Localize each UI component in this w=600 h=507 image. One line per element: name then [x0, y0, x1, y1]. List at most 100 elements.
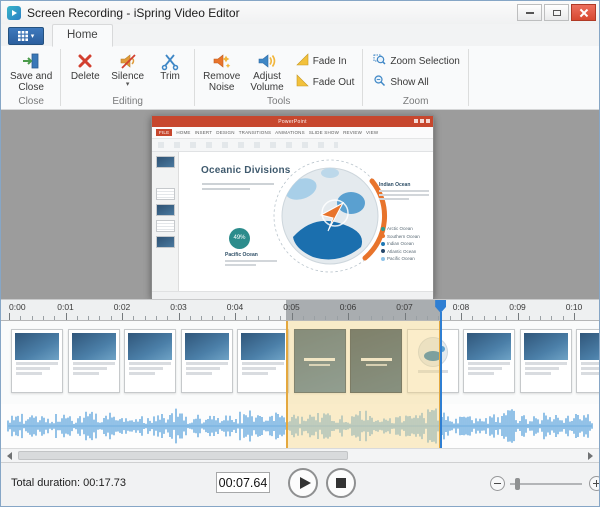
- play-button[interactable]: [288, 468, 318, 498]
- zoom-slider[interactable]: [510, 478, 582, 490]
- video-thumbnail[interactable]: [11, 329, 63, 393]
- legend-label: Pacific Ocean: [387, 256, 415, 261]
- app-window: Screen Recording - iSpring Video Editor …: [0, 0, 600, 507]
- ruler-tick: [404, 313, 406, 320]
- ruler-tick: [212, 316, 214, 320]
- scrollbar-thumb[interactable]: [18, 451, 348, 460]
- callout-title: Pacific Ocean: [225, 252, 258, 258]
- ppt-slide-thumb: [155, 188, 175, 200]
- ruler-tick: [540, 316, 542, 320]
- ruler-tick: [370, 316, 372, 320]
- timeline-selection[interactable]: [285, 321, 441, 448]
- ruler-tick: [99, 316, 101, 320]
- ruler-selection[interactable]: [285, 300, 441, 320]
- ppt-slide-thumb: [155, 220, 175, 232]
- legend-dot: [381, 226, 385, 231]
- video-thumbnail[interactable]: [124, 329, 176, 393]
- fade-in-button[interactable]: Fade In: [293, 52, 358, 70]
- ruler-tick: [133, 316, 135, 320]
- zoom-out-button[interactable]: [490, 476, 505, 491]
- video-thumbnail[interactable]: [67, 329, 120, 393]
- video-thumbnail[interactable]: [463, 329, 515, 393]
- adjust-volume-button[interactable]: Adjust Volume: [245, 48, 288, 94]
- ruler-tick: [517, 313, 519, 320]
- scroll-right-arrow[interactable]: [583, 450, 598, 461]
- ribbon-group-zoom: Zoom Selection Show All Zoom: [364, 46, 466, 109]
- ppt-window-buttons: [414, 119, 430, 123]
- ruler-tick: [88, 316, 90, 320]
- play-icon: [299, 477, 311, 489]
- thumbnail-art: [72, 367, 107, 370]
- window-controls: [515, 4, 596, 21]
- ruler-tick: [280, 316, 282, 320]
- video-thumbnail[interactable]: [180, 329, 233, 393]
- video-thumbnail[interactable]: [519, 329, 572, 393]
- thumbnail-art: [15, 333, 59, 360]
- total-duration-label: Total duration:: [11, 477, 81, 489]
- scroll-left-arrow[interactable]: [2, 450, 17, 461]
- silence-button[interactable]: Silence ▾: [106, 48, 149, 88]
- video-thumbnail[interactable]: [237, 329, 289, 393]
- ruler-tick: [461, 313, 462, 320]
- app-menu-button[interactable]: ▾: [8, 27, 44, 45]
- ruler-tick: [427, 316, 429, 320]
- ribbon-group-label: Tools: [267, 96, 291, 107]
- trim-button[interactable]: Trim: [149, 48, 191, 83]
- thumbnail-art: [241, 333, 285, 360]
- ruler-tick: [268, 316, 270, 320]
- timeline-ruler[interactable]: 0:00 0:01 0:02 0:03 0:04 0:05 0:06 0:07 0:08 0:09…: [1, 299, 599, 321]
- right-triangle-icon: [588, 451, 593, 460]
- button-label: Fade Out: [312, 76, 355, 88]
- save-close-icon: [21, 50, 41, 71]
- maximize-button[interactable]: [544, 4, 569, 21]
- zoom-selection-icon: [373, 53, 386, 69]
- ruler-tick: [449, 316, 451, 320]
- remove-noise-button[interactable]: Remove Noise: [198, 48, 245, 94]
- zoom-slider-handle[interactable]: [515, 478, 520, 490]
- ppt-tab: ANIMATIONS: [275, 130, 305, 135]
- legend-item: Atlantic Ocean: [381, 249, 429, 254]
- fade-out-button[interactable]: Fade Out: [293, 73, 358, 91]
- button-label: Adjust: [253, 71, 281, 82]
- percentage-badge: 49%: [229, 228, 250, 249]
- ruler-tick: [54, 316, 56, 320]
- legend-label: Atlantic Ocean: [387, 248, 417, 254]
- delete-button[interactable]: Delete: [64, 48, 106, 83]
- maximize-icon: [552, 9, 561, 16]
- legend-dot: [381, 249, 385, 253]
- timeline-scrollbar[interactable]: [1, 448, 599, 462]
- close-button[interactable]: [571, 4, 596, 21]
- stop-button[interactable]: [326, 468, 356, 498]
- app-icon: [7, 5, 21, 20]
- total-duration: Total duration: 00:17.73: [11, 477, 126, 489]
- ruler-label: 0:01: [57, 302, 74, 312]
- minimize-button[interactable]: [517, 4, 542, 21]
- ruler-label: 0:10: [565, 302, 583, 312]
- preview-area: PowerPoint FILE HOME INSERT DESIGN TRANSITIO…: [1, 110, 599, 300]
- video-thumbnail[interactable]: [576, 329, 599, 393]
- zoom-in-button[interactable]: [589, 476, 599, 491]
- ruler-label: 0:02: [113, 302, 131, 312]
- zoom-selection-button[interactable]: Zoom Selection: [370, 52, 462, 70]
- ruler-tick: [302, 316, 304, 320]
- thumbnail-art: [184, 333, 229, 360]
- thumbnail-art: [523, 333, 568, 360]
- legend-dot: [381, 256, 385, 261]
- save-and-close-button[interactable]: Save and Close: [5, 48, 57, 94]
- ruler-tick: [31, 316, 33, 320]
- tab-home[interactable]: Home: [52, 24, 113, 47]
- legend-item: Pacific Ocean: [381, 256, 429, 261]
- thumbnail-art: [580, 333, 599, 360]
- show-all-button[interactable]: Show All: [370, 73, 462, 91]
- ribbon-group-editing: Delete Silence ▾ Trim Editing: [62, 46, 193, 109]
- thumbnail-art: [16, 362, 58, 365]
- ruler-tick: [359, 316, 361, 320]
- ruler-tick: [223, 316, 225, 320]
- thumbnail-art: [242, 362, 284, 365]
- thumbnail-art: [129, 362, 171, 365]
- window-title: Screen Recording - iSpring Video Editor: [27, 5, 240, 20]
- thumbnail-art: [129, 372, 155, 375]
- callout-pacific-ocean: Pacific Ocean: [225, 252, 277, 266]
- ppt-ribbon: [152, 139, 433, 152]
- thumbnail-art: [72, 362, 115, 365]
